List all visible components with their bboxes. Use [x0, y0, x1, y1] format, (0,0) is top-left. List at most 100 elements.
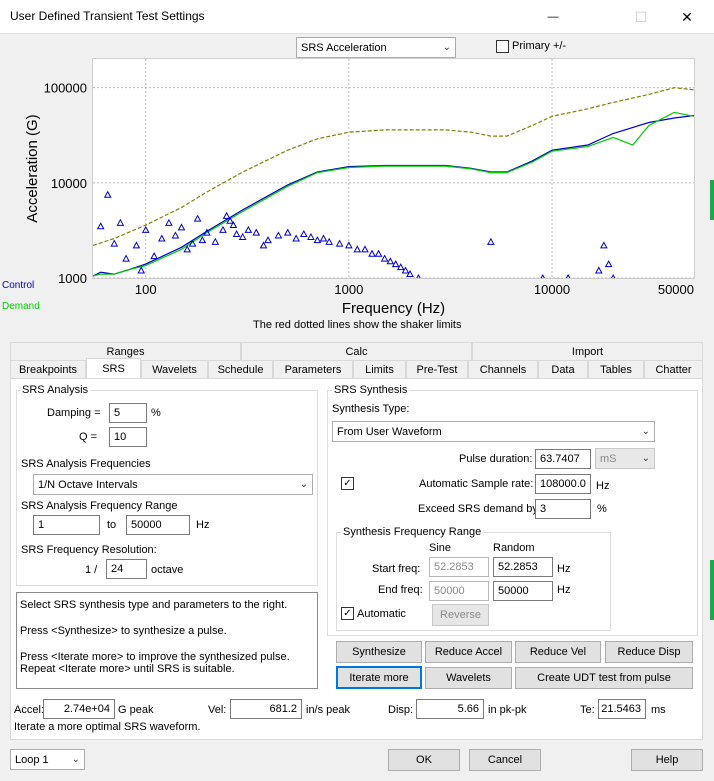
pulse-duration-input[interactable]: 63.7407	[535, 449, 591, 469]
tab-limits[interactable]: Limits	[353, 360, 406, 378]
y-axis-label: Acceleration (G)	[24, 114, 41, 222]
help-button[interactable]: Help	[631, 749, 703, 771]
tab-tables[interactable]: Tables	[588, 360, 644, 378]
resolution-unit: octave	[151, 564, 184, 576]
synthesize-button[interactable]: Synthesize	[336, 641, 422, 663]
minimize-button[interactable]: —	[530, 0, 576, 34]
chevron-down-icon: ⌄	[71, 754, 80, 765]
synthesized-point	[292, 234, 300, 242]
background-window-edge	[710, 560, 714, 620]
tab-data[interactable]: Data	[538, 360, 588, 378]
synthesized-point	[325, 237, 334, 245]
synthesized-point	[487, 237, 495, 245]
srs-chart: 100 1000 10000 50000 1000 10000 100000 Frequenc…	[24, 59, 694, 317]
synthesized-point	[335, 239, 344, 247]
loop-select[interactable]: Loop 1 ⌄	[10, 749, 85, 770]
tab-parameters[interactable]: Parameters	[273, 360, 353, 378]
auto-sample-rate-checkbox[interactable]: ✓	[341, 477, 354, 490]
synthesized-point	[116, 218, 125, 226]
damping-label: Damping =	[47, 407, 101, 419]
synthesized-point	[198, 236, 207, 244]
tab-pre-test[interactable]: Pre-Test	[406, 360, 468, 378]
end-freq-unit: Hz	[557, 584, 571, 596]
synthesized-point	[264, 236, 272, 244]
vel-label: Vel:	[208, 704, 227, 716]
automatic-label: Automatic	[357, 608, 406, 620]
tab-wavelets[interactable]: Wavelets	[141, 360, 208, 378]
disp-unit: in pk-pk	[488, 704, 527, 716]
synthesized-point	[313, 236, 322, 244]
synthesized-point	[274, 231, 283, 239]
sample-rate-unit: Hz	[596, 480, 610, 492]
reduce-vel-button[interactable]: Reduce Vel	[515, 641, 601, 663]
start-freq-label: Start freq:	[372, 563, 421, 575]
chevron-down-icon: ⌄	[641, 453, 650, 464]
synthesized-point	[177, 223, 186, 231]
pulse-unit-value: mS	[600, 452, 617, 465]
auto-sample-rate-label: Automatic Sample rate:	[419, 478, 534, 490]
ok-button[interactable]: OK	[388, 749, 460, 771]
synthesized-point	[165, 218, 173, 226]
automatic-checkbox[interactable]: ✓	[341, 607, 354, 620]
start-freq-random-input[interactable]: 52.2853	[493, 557, 553, 577]
resolution-input[interactable]: 24	[106, 559, 147, 579]
synthesized-point	[238, 232, 247, 240]
synthesis-range-title: Synthesis Frequency Range	[341, 526, 484, 538]
legend-demand: Demand	[2, 301, 40, 312]
tab-srs[interactable]: SRS	[86, 358, 141, 378]
start-freq-unit: Hz	[557, 563, 571, 575]
synthesized-point	[353, 245, 362, 253]
synthesized-point	[283, 228, 292, 236]
synthesized-point	[122, 254, 130, 262]
q-input[interactable]: 10	[109, 427, 147, 447]
resolution-prefix: 1 /	[85, 564, 98, 576]
te-unit: ms	[651, 704, 666, 716]
tab-channels[interactable]: Channels	[468, 360, 538, 378]
synthesized-point	[600, 241, 608, 249]
analysis-freqs-select[interactable]: 1/N Octave Intervals ⌄	[33, 474, 313, 495]
sample-rate-input[interactable]: 108000.0	[535, 474, 591, 494]
maximize-button: ☐	[618, 0, 664, 34]
tab-group-calc[interactable]: Calc	[241, 342, 472, 360]
tab-chatter[interactable]: Chatter	[644, 360, 703, 378]
close-button[interactable]: ✕	[664, 0, 710, 34]
end-freq-random-input[interactable]: 50000	[493, 581, 553, 601]
disp-value: 5.66	[416, 699, 484, 719]
y-tick-label: 1000	[58, 271, 87, 286]
synthesized-point	[299, 229, 308, 237]
cancel-button[interactable]: Cancel	[469, 749, 541, 771]
synthesized-point	[361, 245, 369, 253]
accel-unit: G peak	[118, 704, 154, 716]
reduce-disp-button[interactable]: Reduce Disp	[605, 641, 693, 663]
analysis-freqs-label: SRS Analysis Frequencies	[21, 458, 151, 470]
exceed-demand-label: Exceed SRS demand by	[418, 503, 538, 515]
synthesized-point	[137, 266, 146, 274]
wavelets-button[interactable]: Wavelets	[425, 667, 512, 689]
reduce-accel-button[interactable]: Reduce Accel	[425, 641, 512, 663]
sine-header: Sine	[429, 542, 452, 554]
range-to-label: to	[107, 519, 117, 531]
x-tick-label: 50000	[658, 282, 694, 297]
exceed-demand-input[interactable]: 3	[535, 499, 591, 519]
control-line	[93, 114, 694, 277]
reverse-button: Reverse	[432, 604, 489, 626]
synthesized-point	[594, 266, 603, 274]
srs-synthesis-title: SRS Synthesis	[332, 384, 410, 396]
synthesized-point	[386, 257, 395, 265]
create-udt-button[interactable]: Create UDT test from pulse	[515, 667, 693, 689]
synthesis-type-select[interactable]: From User Waveform ⌄	[332, 421, 655, 442]
synthesized-point	[211, 237, 220, 245]
tab-breakpoints[interactable]: Breakpoints	[10, 360, 86, 378]
range-to-input[interactable]: 50000	[126, 515, 190, 535]
start-freq-sine-input: 52.2853	[429, 557, 489, 577]
accel-value: 2.74e+04	[43, 699, 115, 719]
accel-label: Accel:	[14, 704, 44, 716]
synthesized-point	[232, 229, 241, 237]
iterate-more-button[interactable]: Iterate more	[336, 666, 422, 689]
tab-group-import[interactable]: Import	[472, 342, 703, 360]
damping-input[interactable]: 5	[109, 403, 147, 423]
maximize-icon: ☐	[634, 8, 648, 25]
tab-schedule[interactable]: Schedule	[208, 360, 273, 378]
range-from-input[interactable]: 1	[33, 515, 100, 535]
analysis-range-label: SRS Analysis Frequency Range	[21, 500, 178, 512]
